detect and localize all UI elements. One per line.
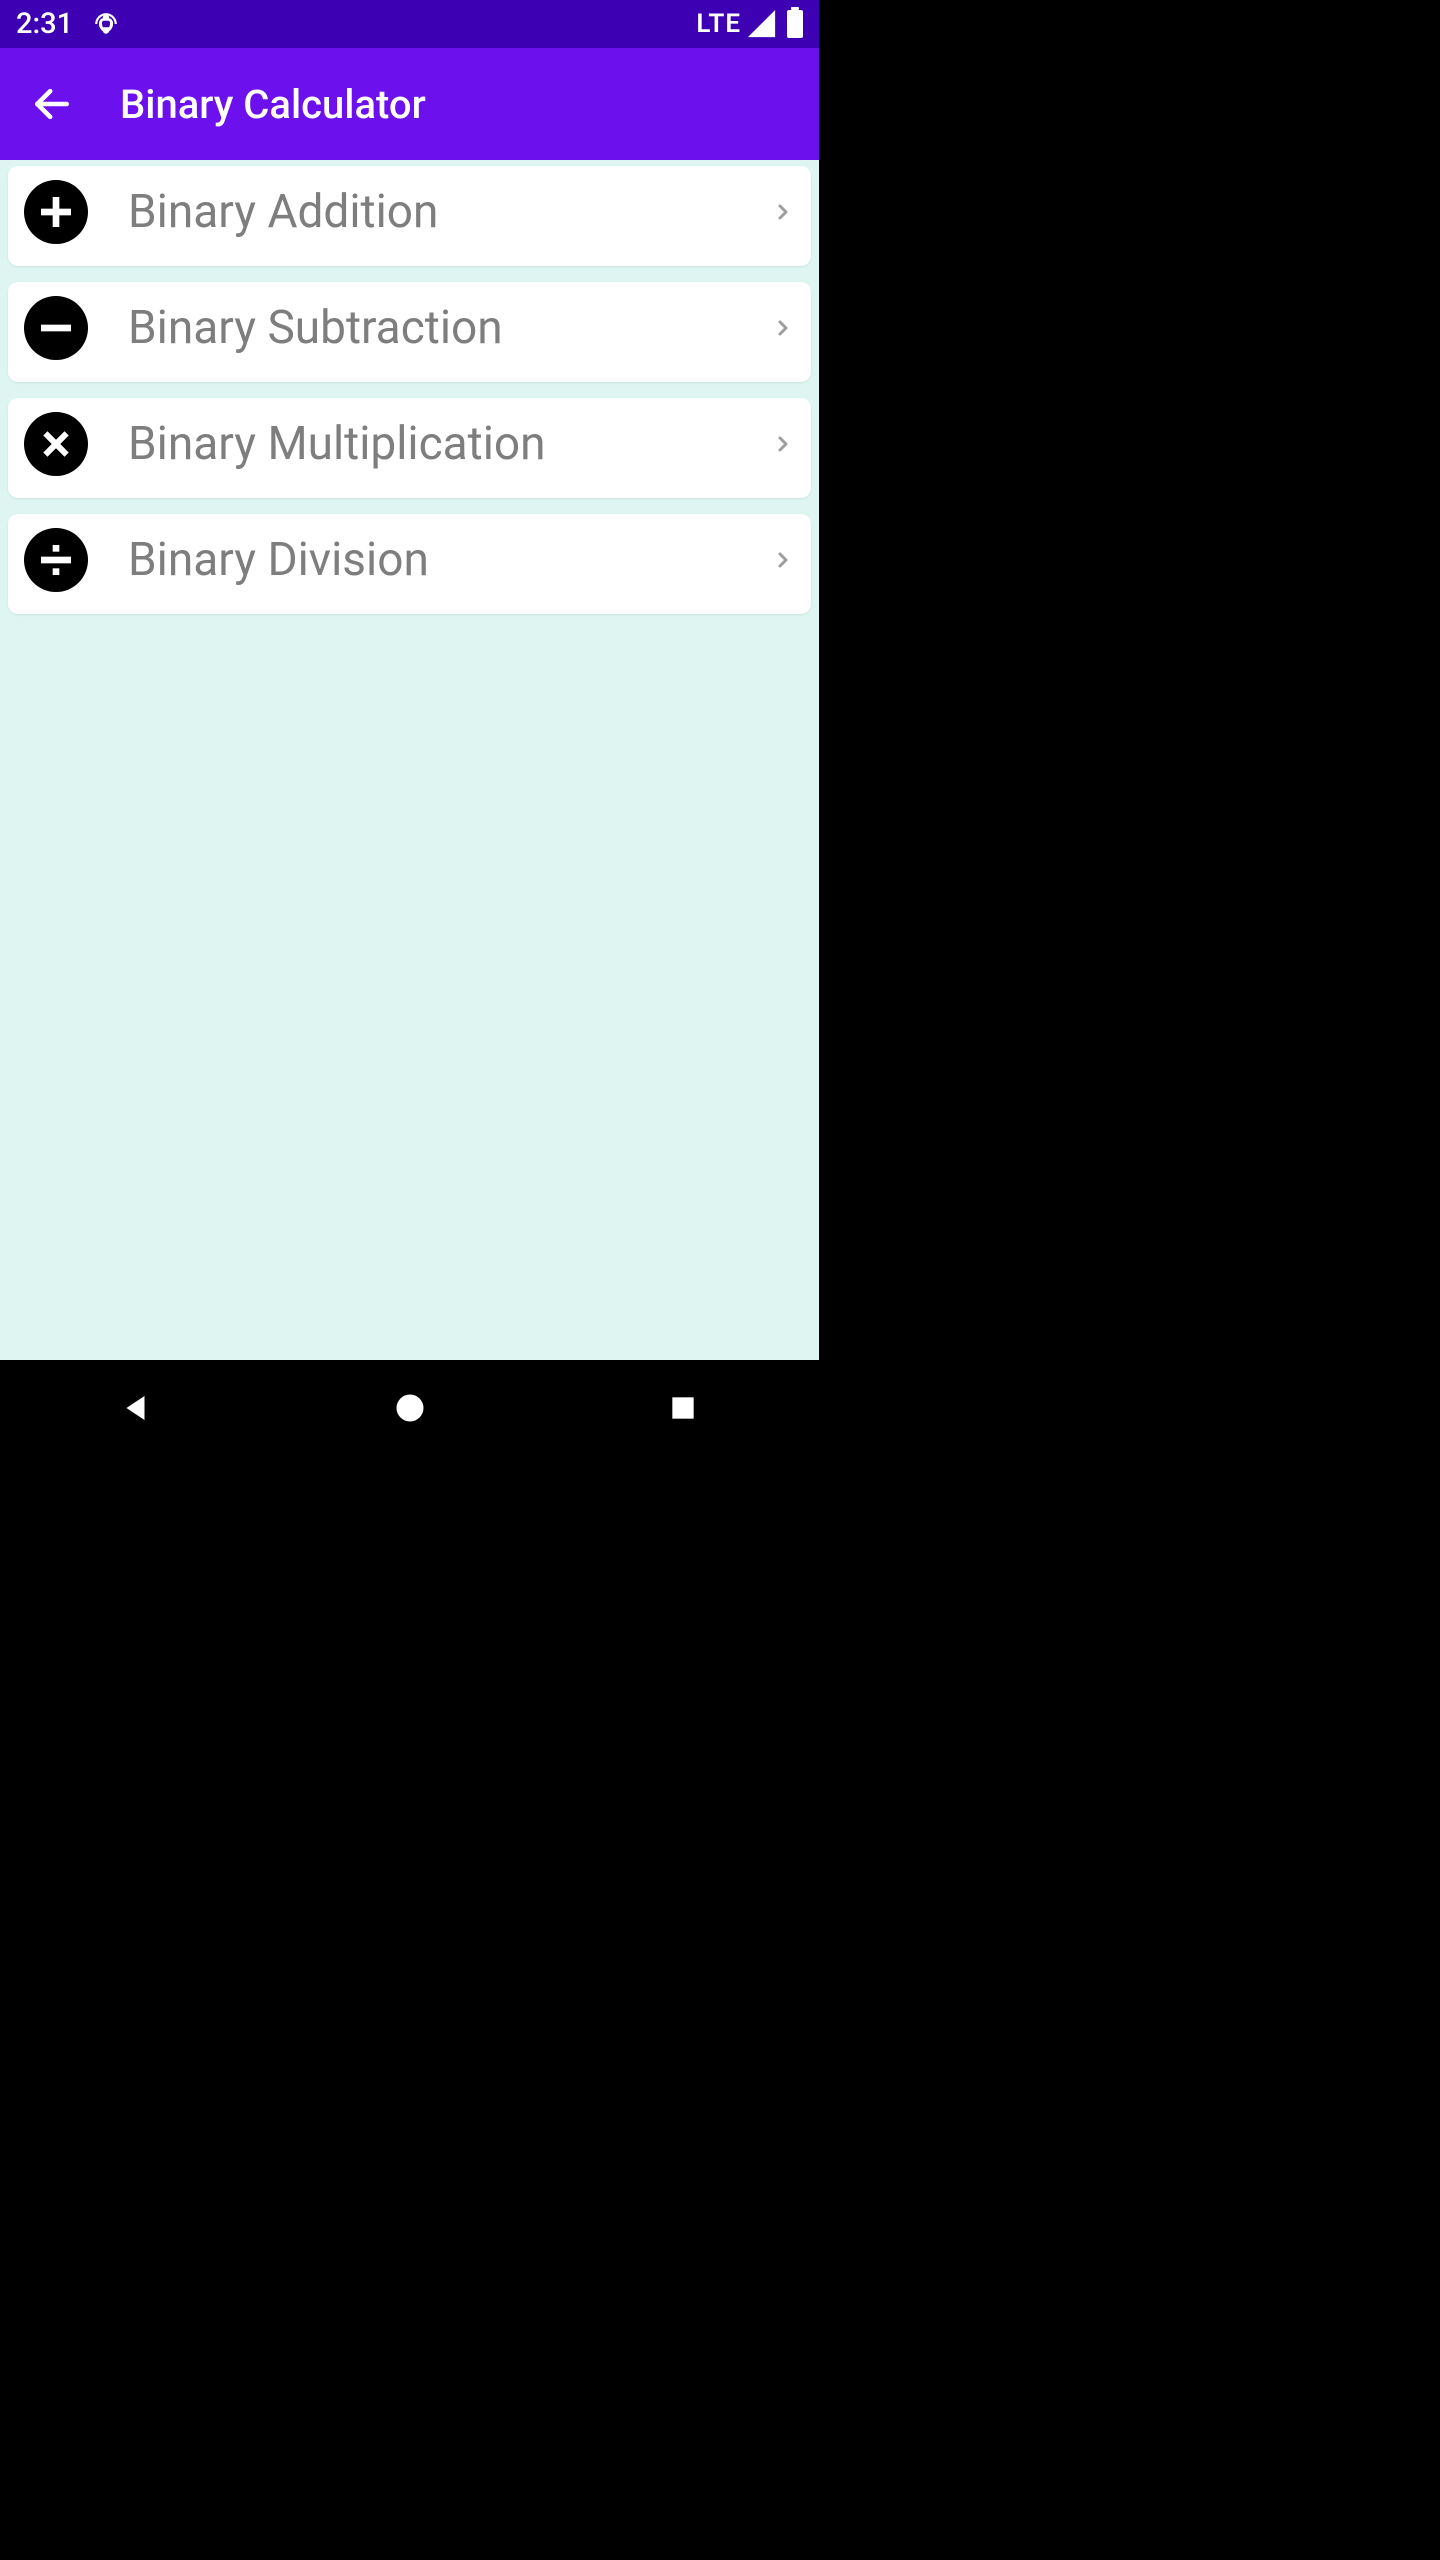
list-item-label: Binary Addition bbox=[128, 185, 771, 239]
navigation-bar bbox=[0, 1360, 819, 1456]
square-icon bbox=[667, 1392, 699, 1424]
list-item-label: Binary Division bbox=[128, 533, 771, 587]
status-time: 2:31 bbox=[16, 7, 73, 41]
chevron-right-icon bbox=[771, 316, 795, 340]
content-area: Binary Addition Binary Subtraction bbox=[0, 160, 819, 1360]
multiply-icon bbox=[24, 412, 88, 476]
arrow-left-icon bbox=[30, 82, 74, 126]
plus-icon bbox=[24, 180, 88, 244]
list-item-addition[interactable]: Binary Addition bbox=[8, 166, 811, 266]
list-item-multiplication[interactable]: Binary Multiplication bbox=[8, 398, 811, 498]
signal-icon bbox=[747, 9, 777, 39]
nav-home-button[interactable] bbox=[350, 1378, 470, 1438]
chevron-right-icon bbox=[771, 432, 795, 456]
chevron-right-icon bbox=[771, 548, 795, 572]
nav-back-button[interactable] bbox=[77, 1378, 197, 1438]
status-left: 2:31 bbox=[16, 7, 119, 41]
circle-icon bbox=[392, 1390, 428, 1426]
list-item-subtraction[interactable]: Binary Subtraction bbox=[8, 282, 811, 382]
app-bar: Binary Calculator bbox=[0, 48, 819, 160]
list-item-division[interactable]: Binary Division bbox=[8, 514, 811, 614]
status-right: LTE bbox=[696, 9, 803, 39]
chevron-right-icon bbox=[771, 200, 795, 224]
triangle-left-icon bbox=[119, 1390, 155, 1426]
status-bar: 2:31 LTE bbox=[0, 0, 819, 48]
battery-icon bbox=[787, 10, 803, 38]
divide-icon bbox=[24, 528, 88, 592]
list-item-label: Binary Subtraction bbox=[128, 301, 771, 355]
nav-recent-button[interactable] bbox=[623, 1378, 743, 1438]
back-button[interactable] bbox=[16, 68, 88, 140]
lte-label: LTE bbox=[696, 9, 741, 39]
minus-icon bbox=[24, 296, 88, 360]
page-title: Binary Calculator bbox=[120, 81, 426, 128]
sync-icon bbox=[93, 11, 119, 37]
list-item-label: Binary Multiplication bbox=[128, 417, 771, 471]
